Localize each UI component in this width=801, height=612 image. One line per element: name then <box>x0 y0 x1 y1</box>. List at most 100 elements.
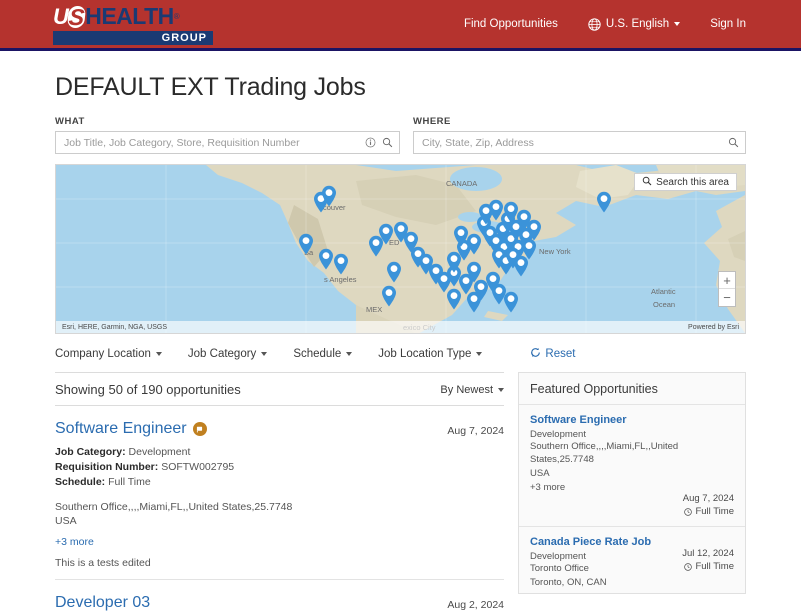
map-pin[interactable] <box>521 238 537 260</box>
map-label: MEX <box>366 305 383 314</box>
map-pin[interactable] <box>321 185 337 207</box>
results-header: Showing 50 of 190 opportunities By Newes… <box>55 372 504 406</box>
featured-job-schedule: Full Time <box>682 561 734 572</box>
clock-icon <box>684 508 693 516</box>
reset-filters-label: Reset <box>545 348 576 360</box>
map-attribution-sources: Esri, HERE, Garmin, NGA, USGS <box>62 323 168 331</box>
search-what-input[interactable] <box>62 135 365 150</box>
globe-icon <box>588 17 601 31</box>
site-header: U S HEALTH ® GROUP Find Opportunities U.S. … <box>0 0 801 51</box>
nav-find-opportunities[interactable]: Find Opportunities <box>464 18 558 30</box>
nav-sign-in[interactable]: Sign In <box>710 18 746 30</box>
map-label: CANADA <box>446 179 478 188</box>
map-pin[interactable] <box>466 291 482 313</box>
featured-job-schedule-label: Full Time <box>695 506 734 518</box>
featured-job-category: Development <box>530 429 586 440</box>
site-logo[interactable]: U S HEALTH ® GROUP <box>53 3 213 45</box>
map-pin[interactable] <box>446 288 462 310</box>
map-pin[interactable] <box>386 261 402 283</box>
job-schedule-value: Full Time <box>108 476 151 489</box>
featured-job-right-meta: Aug 7, 2024 Full Time <box>530 493 734 517</box>
featured-job-body: Development Southern Office,,,,Miami,FL,… <box>530 426 734 493</box>
reset-filters-button[interactable]: Reset <box>530 347 575 361</box>
map-zoom-in-button[interactable]: + <box>719 272 735 289</box>
featured-job-date: Jul 12, 2024 <box>682 548 734 560</box>
logo-word-group: GROUP <box>161 31 207 44</box>
featured-job-right-meta: Jul 12, 2024 Full Time <box>682 548 734 590</box>
job-posted-date: Aug 2, 2024 <box>447 599 504 612</box>
sort-dropdown[interactable]: By Newest <box>440 384 504 396</box>
job-title-text: Developer 03 <box>55 594 151 612</box>
where-field-box[interactable] <box>413 131 746 154</box>
featured-job-item[interactable]: Canada Piece Rate Job Development Toront… <box>519 527 745 593</box>
logo-registered-mark: ® <box>173 12 180 21</box>
job-listing-item[interactable]: Developer 03 Aug 2, 2024 <box>55 580 504 612</box>
job-more-locations-link[interactable]: +3 more <box>55 536 504 548</box>
what-field-icons <box>365 137 393 148</box>
filter-schedule-label: Schedule <box>293 348 342 360</box>
filter-company-location-label: Company Location <box>55 348 151 360</box>
chevron-down-icon <box>346 352 353 356</box>
where-label: WHERE <box>413 116 451 127</box>
job-title-text: Software Engineer <box>55 420 187 437</box>
logo-letter-s: S <box>66 3 87 30</box>
info-icon[interactable] <box>365 137 376 148</box>
job-listing-header: Software Engineer Aug 7, 2024 <box>55 420 504 438</box>
job-description: This is a tests edited <box>55 557 151 570</box>
map-pin[interactable] <box>333 253 349 275</box>
results-count: Showing 50 of 190 opportunities <box>55 382 241 397</box>
filter-bar: Company Location Job Category Schedule J… <box>55 334 746 372</box>
job-category-label: Job Category: <box>55 446 126 458</box>
search-icon[interactable] <box>382 137 393 148</box>
chevron-down-icon <box>155 352 162 356</box>
job-category-row: Job Category: Development <box>55 445 504 460</box>
job-posted-date: Aug 7, 2024 <box>447 425 504 437</box>
featured-job-details: Development Toronto Office Toronto, ON, … <box>530 548 676 590</box>
nav-find-opportunities-label: Find Opportunities <box>463 18 558 30</box>
map-pin[interactable] <box>478 203 494 225</box>
clock-icon <box>684 563 693 571</box>
job-location-map[interactable]: CANADAcouverSaEDChNew Yorks AngelesMEXex… <box>55 164 746 334</box>
job-location-line-1: Southern Office,,,,Miami,FL,,United Stat… <box>55 500 293 513</box>
sort-dropdown-label: By Newest <box>440 383 493 396</box>
filter-job-category[interactable]: Job Category <box>188 348 268 360</box>
job-schedule-row: Schedule: Full Time <box>55 475 504 490</box>
filter-job-location-type-label: Job Location Type <box>378 348 472 360</box>
search-this-area-button[interactable]: Search this area <box>634 173 737 191</box>
filter-job-location-type[interactable]: Job Location Type <box>378 348 483 360</box>
job-title-link[interactable]: Software Engineer <box>55 420 207 438</box>
search-where-input[interactable] <box>420 135 728 150</box>
job-listing-item[interactable]: Software Engineer Aug 7, 2024 Job Catego… <box>55 406 504 581</box>
job-category-value: Development <box>128 446 191 458</box>
map-pin[interactable] <box>503 201 519 223</box>
nav-language-selector[interactable]: U.S. English <box>588 17 681 31</box>
filter-schedule[interactable]: Schedule <box>293 348 353 360</box>
chevron-down-icon <box>498 387 504 392</box>
search-icon[interactable] <box>728 137 739 148</box>
search-what-group: WHAT <box>55 116 400 154</box>
featured-job-more-link[interactable]: +3 more <box>530 482 734 493</box>
results-column: Showing 50 of 190 opportunities By Newes… <box>55 372 504 612</box>
map-attribution: Esri, HERE, Garmin, NGA, USGS Powered by… <box>56 321 745 333</box>
map-pin[interactable] <box>298 233 314 255</box>
content-area: Showing 50 of 190 opportunities By Newes… <box>55 372 746 612</box>
map-pin[interactable] <box>368 235 384 257</box>
featured-job-schedule: Full Time <box>530 506 734 517</box>
map-pin[interactable] <box>503 291 519 313</box>
map-pin[interactable] <box>381 285 397 307</box>
map-zoom-out-button[interactable]: − <box>719 289 735 306</box>
filter-company-location[interactable]: Company Location <box>55 348 162 360</box>
map-label: New York <box>539 247 571 256</box>
map-pin[interactable] <box>318 248 334 270</box>
job-requisition-row: Requisition Number: SOFTW002795 <box>55 460 504 475</box>
chevron-down-icon <box>674 22 681 26</box>
job-location-line-2: USA <box>55 515 77 528</box>
featured-job-title-link[interactable]: Canada Piece Rate Job <box>530 536 734 548</box>
search-where-group: WHERE <box>413 116 746 154</box>
featured-job-title-link[interactable]: Software Engineer <box>530 414 734 426</box>
featured-opportunities-heading: Featured Opportunities <box>519 373 745 405</box>
job-title-link[interactable]: Developer 03 <box>55 594 150 612</box>
what-field-box[interactable] <box>55 131 400 154</box>
map-pin[interactable] <box>596 191 612 213</box>
featured-job-item[interactable]: Software Engineer Development Southern O… <box>519 405 745 528</box>
